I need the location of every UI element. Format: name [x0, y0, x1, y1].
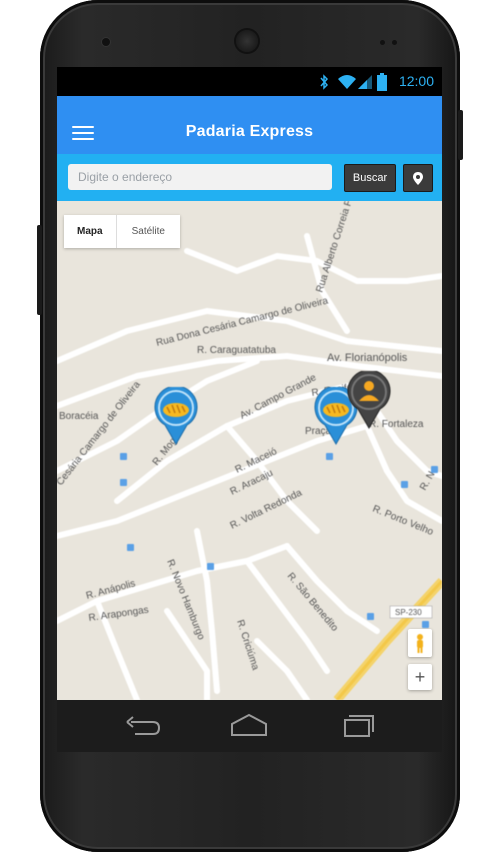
- app-title: Padaria Express: [185, 123, 314, 140]
- locate-button[interactable]: [403, 164, 433, 192]
- app-bar: Padaria Express: [57, 96, 442, 154]
- street-view-control[interactable]: [408, 629, 432, 657]
- screen: 12:00 Padaria Express Buscar: [57, 67, 442, 700]
- home-icon[interactable]: [229, 712, 269, 738]
- recents-icon[interactable]: [339, 712, 375, 738]
- battery-icon: [377, 73, 387, 91]
- wifi-icon: [338, 75, 356, 89]
- power-button: [458, 110, 463, 160]
- highway-shield: SP-230: [395, 608, 422, 617]
- map-type-toggle: Mapa Satélite: [64, 215, 180, 248]
- address-search-input[interactable]: [68, 164, 332, 190]
- back-icon[interactable]: [123, 712, 161, 738]
- status-bar: 12:00: [57, 67, 442, 96]
- zoom-in-button[interactable]: +: [408, 664, 432, 690]
- road-label: Av. Florianópolis: [327, 352, 408, 364]
- bakery-marker[interactable]: [153, 387, 199, 445]
- search-button[interactable]: Buscar: [344, 164, 396, 192]
- front-camera: [102, 38, 110, 46]
- status-time: 12:00: [398, 73, 434, 89]
- signal-icon: [358, 75, 372, 89]
- volume-button: [37, 225, 42, 315]
- bread-icon: [163, 403, 189, 417]
- map-pin-icon: [413, 171, 423, 185]
- map-type-map-button[interactable]: Mapa: [64, 215, 117, 248]
- search-bar: Buscar: [57, 154, 442, 201]
- bluetooth-icon: [320, 74, 329, 90]
- pegman-icon: [417, 634, 423, 653]
- sensor: [380, 40, 385, 45]
- map-canvas: Rua Alberto Correia Fra... Rua Dona Cesá…: [57, 201, 442, 700]
- road-label: Boracéia: [59, 411, 99, 422]
- map-type-satellite-button[interactable]: Satélite: [117, 215, 180, 248]
- earpiece: [236, 30, 258, 52]
- map-view[interactable]: Rua Alberto Correia Fra... Rua Dona Cesá…: [57, 201, 442, 700]
- navigation-bar: [57, 700, 442, 752]
- user-location-marker[interactable]: [346, 371, 392, 429]
- road-label: R. Caraguatatuba: [197, 345, 276, 356]
- sensor: [392, 40, 397, 45]
